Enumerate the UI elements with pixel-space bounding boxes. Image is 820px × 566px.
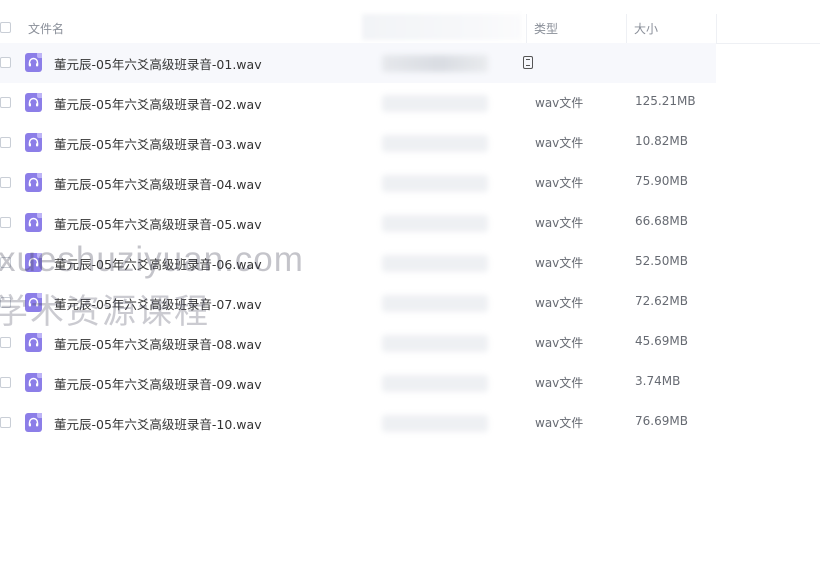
blurred-cell: [382, 295, 488, 312]
file-name[interactable]: 董元辰-05年六爻高级班录音-09.wav: [54, 374, 262, 393]
audio-file-icon: [25, 213, 42, 232]
column-header-type[interactable]: 类型: [534, 20, 558, 37]
document-icon[interactable]: [523, 56, 533, 69]
file-type: wav文件: [535, 176, 584, 190]
file-row[interactable]: 董元辰-05年六爻高级班录音-02.wav wav文件 125.21MB: [0, 83, 820, 123]
blurred-cell: [382, 415, 488, 432]
file-type: wav文件: [535, 96, 584, 110]
blurred-cell: [382, 335, 488, 352]
list-header: 文件名 类型 大小: [0, 12, 820, 44]
blurred-cell: [382, 95, 488, 112]
row-checkbox[interactable]: [0, 377, 11, 388]
file-size: 76.69MB: [635, 414, 688, 428]
file-type: wav文件: [535, 416, 584, 430]
file-type: wav文件: [535, 136, 584, 150]
file-name[interactable]: 董元辰-05年六爻高级班录音-04.wav: [54, 174, 262, 193]
watermark-title: 学术资源课程: [0, 292, 210, 332]
file-name[interactable]: 董元辰-05年六爻高级班录音-05.wav: [54, 214, 262, 233]
file-row[interactable]: 董元辰-05年六爻高级班录音-05.wav wav文件 66.68MB: [0, 203, 820, 243]
row-checkbox[interactable]: [0, 97, 11, 108]
row-checkbox[interactable]: [0, 137, 11, 148]
file-row[interactable]: 董元辰-05年六爻高级班录音-04.wav wav文件 75.90MB: [0, 163, 820, 203]
file-size: 3.74MB: [635, 374, 681, 388]
file-name[interactable]: 董元辰-05年六爻高级班录音-10.wav: [54, 414, 262, 433]
file-name[interactable]: 董元辰-05年六爻高级班录音-01.wav: [54, 54, 262, 73]
file-type: wav文件: [535, 216, 584, 230]
file-type: wav文件: [535, 256, 584, 270]
audio-file-icon: [25, 173, 42, 192]
file-row[interactable]: 董元辰-05年六爻高级班录音-09.wav wav文件 3.74MB: [0, 363, 820, 403]
file-type: wav文件: [535, 336, 584, 350]
column-header-name[interactable]: 文件名: [28, 20, 64, 37]
file-name[interactable]: 董元辰-05年六爻高级班录音-02.wav: [54, 94, 262, 113]
file-row[interactable]: 董元辰-05年六爻高级班录音-10.wav wav文件 76.69MB: [0, 403, 820, 443]
row-checkbox[interactable]: [0, 337, 11, 348]
audio-file-icon: [25, 133, 42, 152]
blurred-cell: [382, 135, 488, 152]
column-divider[interactable]: [716, 14, 717, 43]
file-size: 52.50MB: [635, 254, 688, 268]
blurred-cell: [382, 215, 488, 232]
column-header-size[interactable]: 大小: [634, 20, 658, 37]
file-row[interactable]: 董元辰-05年六爻高级班录音-03.wav wav文件 10.82MB: [0, 123, 820, 163]
file-type: wav文件: [535, 296, 584, 310]
row-checkbox[interactable]: [0, 177, 11, 188]
watermark-domain: xueshuziyuan.com: [0, 240, 304, 279]
blurred-cell: [382, 255, 488, 272]
file-name[interactable]: 董元辰-05年六爻高级班录音-08.wav: [54, 334, 262, 353]
file-size: 45.69MB: [635, 334, 688, 348]
row-checkbox[interactable]: [0, 217, 11, 228]
file-type: wav文件: [535, 376, 584, 390]
file-size: 10.82MB: [635, 134, 688, 148]
audio-file-icon: [25, 413, 42, 432]
file-size: 66.68MB: [635, 214, 688, 228]
select-all-checkbox[interactable]: [0, 22, 11, 33]
audio-file-icon: [25, 333, 42, 352]
audio-file-icon: [25, 93, 42, 112]
row-checkbox[interactable]: [0, 417, 11, 428]
file-size: 72.62MB: [635, 294, 688, 308]
file-size: 125.21MB: [635, 94, 696, 108]
row-checkbox[interactable]: [0, 57, 11, 68]
blurred-cell: [382, 375, 488, 392]
file-list: 文件名 类型 大小 董元辰-05年六爻高级班录音-01.wav 董元辰-05年六…: [0, 0, 820, 566]
file-size: 75.90MB: [635, 174, 688, 188]
audio-file-icon: [25, 53, 42, 72]
file-row[interactable]: 董元辰-05年六爻高级班录音-01.wav: [0, 43, 716, 83]
blurred-cell: [382, 55, 488, 72]
blurred-cell: [382, 175, 488, 192]
column-divider[interactable]: [526, 14, 527, 43]
column-divider[interactable]: [626, 14, 627, 43]
audio-file-icon: [25, 373, 42, 392]
file-name[interactable]: 董元辰-05年六爻高级班录音-03.wav: [54, 134, 262, 153]
